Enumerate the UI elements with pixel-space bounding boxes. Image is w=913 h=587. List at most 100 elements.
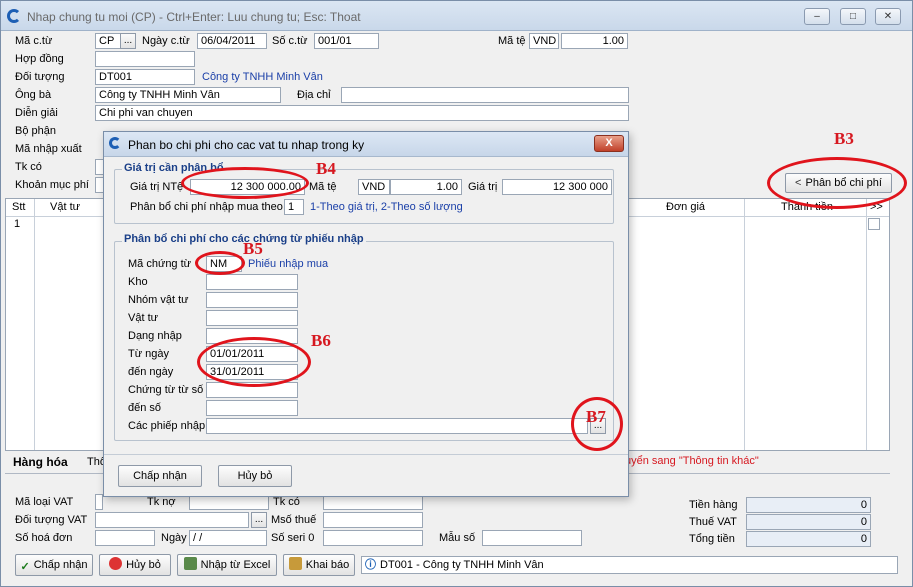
dialog-close-button[interactable]: X — [594, 135, 624, 152]
col-stt[interactable]: Stt — [12, 201, 25, 213]
ms-thue-label: Msố thuế — [271, 514, 317, 526]
maximize-button[interactable]: □ — [840, 8, 866, 25]
kho-input[interactable] — [206, 274, 298, 290]
ngay-ct-input[interactable]: 06/04/2011 — [197, 33, 267, 49]
grid-col-line — [866, 199, 867, 450]
col-don-gia[interactable]: Đơn giá — [666, 201, 705, 213]
mau-so-label: Mẫu số — [439, 532, 476, 544]
chap-nhan-label: Chấp nhận — [33, 559, 88, 571]
so-seri-input[interactable] — [323, 530, 423, 546]
phan-bo-theo-label: Phân bổ chi phí nhập mua theo — [130, 201, 283, 213]
ma-ct-lookup-button[interactable]: ... — [120, 33, 136, 49]
annotation-b4: B4 — [316, 159, 336, 178]
vat-tu-input[interactable] — [206, 310, 298, 326]
doi-tuong-vat-input[interactable] — [95, 512, 249, 528]
doi-tuong-input[interactable]: DT001 — [95, 69, 195, 85]
annotation-b5: B5 — [243, 239, 263, 258]
dlg-ma-ct-name: Phiếu nhập mua — [248, 258, 329, 270]
thue-vat-label: Thuế VAT — [689, 516, 737, 528]
hop-dong-input[interactable] — [95, 51, 195, 67]
so-seri-label: Số seri 0 — [271, 532, 315, 544]
dialog-logo-icon — [109, 137, 121, 149]
main-window: Nhap chung tu moi (CP) - Ctrl+Enter: Luu… — [0, 0, 913, 587]
minimize-button[interactable]: – — [804, 8, 830, 25]
ong-ba-input[interactable]: Công ty TNHH Minh Vân — [95, 87, 281, 103]
ma-ct-input[interactable]: CP — [95, 33, 121, 49]
hop-dong-label: Hợp đồng — [15, 53, 64, 65]
dlg-gia-tri-input[interactable]: 12 300 000 — [502, 179, 612, 195]
dialog-footer-line — [104, 454, 628, 455]
table-row[interactable]: 1 — [14, 218, 20, 230]
dia-chi-label: Địa chỉ — [297, 89, 331, 101]
khoan-muc-label: Khoản mục phí — [15, 179, 89, 191]
annotation-b7: B7 — [586, 407, 606, 426]
dlg-gia-tri-label: Giá trị — [468, 181, 498, 193]
den-so-input[interactable] — [206, 400, 298, 416]
ms-thue-input[interactable] — [323, 512, 423, 528]
mau-so-input[interactable] — [482, 530, 582, 546]
tab-hang-hoa[interactable]: Hàng hóa — [13, 455, 68, 469]
doi-tuong-name: Công ty TNHH Minh Vân — [202, 71, 323, 83]
dien-giai-label: Diễn giải — [15, 107, 58, 119]
declare-icon — [288, 557, 302, 570]
ty-gia-input[interactable]: 1.00 — [561, 33, 628, 49]
khai-bao-button[interactable]: Khai báo — [283, 554, 355, 576]
so-hoa-don-input[interactable] — [95, 530, 155, 546]
nhap-excel-button[interactable]: Nhập từ Excel — [177, 554, 277, 576]
ong-ba-label: Ông bà — [15, 89, 52, 101]
phan-bo-theo-input[interactable]: 1 — [284, 199, 304, 215]
nhom-vat-tu-label: Nhóm vật tư — [128, 294, 189, 306]
status-bar: ⓘ DT001 - Công ty TNHH Minh Vân — [361, 556, 898, 574]
ma-te-input[interactable]: VND — [529, 33, 559, 49]
close-button[interactable]: ✕ — [875, 8, 901, 25]
cac-phieu-input[interactable] — [206, 418, 588, 434]
dialog-title: Phan bo chi phi cho cac vat tu nhap tron… — [128, 138, 365, 152]
dien-giai-input[interactable]: Chi phi van chuyen — [95, 105, 629, 121]
chap-nhan-button[interactable]: ✓ Chấp nhận — [15, 554, 93, 576]
huy-bo-button[interactable]: Hủy bỏ — [99, 554, 171, 576]
info-icon: ⓘ — [365, 559, 376, 571]
dialog-chap-nhan-button[interactable]: Chấp nhận — [118, 465, 202, 487]
dia-chi-input[interactable] — [341, 87, 629, 103]
tong-tien-value: 0 — [746, 531, 871, 547]
den-ngay-label: đến ngày — [128, 366, 174, 378]
app-logo-icon — [7, 9, 21, 23]
doi-tuong-vat-lookup-button[interactable]: ... — [251, 512, 267, 528]
grid-col-line — [34, 199, 35, 450]
phan-bo-theo-hint: 1-Theo giá trị, 2-Theo số lượng — [310, 201, 463, 213]
tab-note: uyển sang "Thông tin khác" — [625, 455, 759, 467]
grid-col-line — [744, 199, 745, 450]
check-icon: ✓ — [20, 561, 30, 573]
tien-hang-label: Tiền hàng — [689, 499, 738, 511]
ma-te-label: Mã tệ — [498, 35, 526, 47]
col-vat-tu[interactable]: Vật tư — [50, 201, 80, 213]
ct-tu-so-label: Chứng từ từ số — [128, 384, 204, 396]
excel-icon — [183, 557, 197, 570]
so-hoa-don-label: Số hoá đơn — [15, 532, 73, 544]
nhap-excel-label: Nhập từ Excel — [200, 559, 271, 571]
status-text: DT001 - Công ty TNHH Minh Vân — [380, 559, 544, 571]
vat-tk-co-label: Tk có — [273, 496, 300, 508]
dlg-ty-gia-input[interactable]: 1.00 — [390, 179, 462, 195]
ma-loai-vat-label: Mã loại VAT — [15, 496, 74, 508]
dialog-huy-bo-button[interactable]: Hủy bỏ — [218, 465, 292, 487]
den-so-label: đến số — [128, 402, 162, 414]
title-bar: Nhap chung tu moi (CP) - Ctrl+Enter: Luu… — [1, 1, 912, 31]
tu-ngay-label: Từ ngày — [128, 348, 169, 360]
ngay-input[interactable]: / / — [189, 530, 267, 546]
nhom-vat-tu-input[interactable] — [206, 292, 298, 308]
row-checkbox[interactable] — [868, 218, 880, 230]
annotation-circle-b3 — [767, 157, 907, 209]
kho-label: Kho — [128, 276, 148, 288]
dlg-ma-ct-label: Mã chứng từ — [128, 258, 192, 270]
window-title: Nhap chung tu moi (CP) - Ctrl+Enter: Luu… — [27, 10, 361, 24]
so-ct-input[interactable]: 001/01 — [314, 33, 379, 49]
dlg-ma-te-label: Mã tệ — [309, 181, 337, 193]
cancel-icon — [109, 557, 123, 570]
tk-no-label: Tk nợ — [147, 496, 176, 508]
ngay-ct-label: Ngày c.từ — [142, 35, 190, 47]
tong-tien-label: Tổng tiền — [689, 533, 735, 545]
tk-co-label: Tk có — [15, 161, 42, 173]
ma-loai-vat-input[interactable] — [95, 494, 103, 510]
dlg-ma-te-input[interactable]: VND — [358, 179, 390, 195]
